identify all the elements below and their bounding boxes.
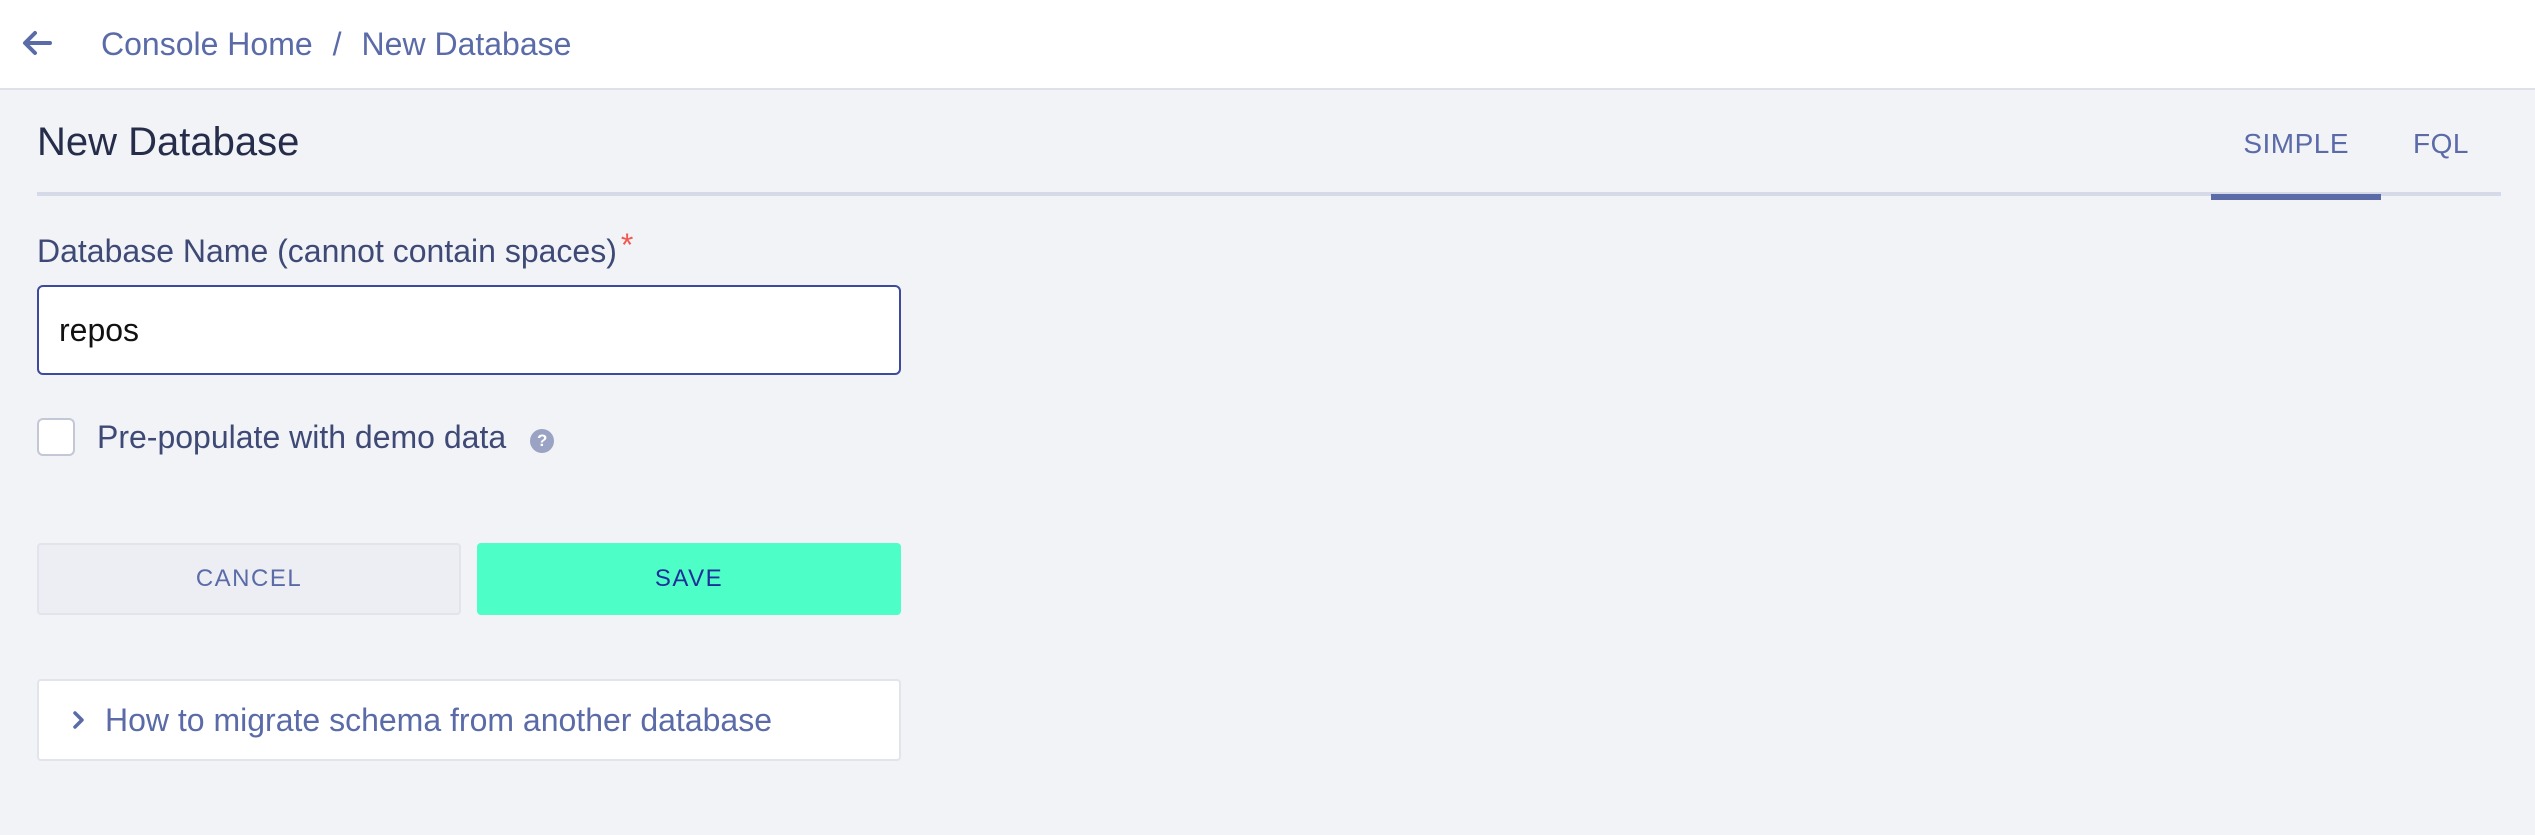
database-name-label: Database Name (cannot contain spaces) * [37,227,633,270]
demo-data-checkbox[interactable] [37,418,75,456]
cancel-button[interactable]: CANCEL [37,543,461,615]
required-indicator: * [620,227,634,263]
chevron-right-icon [69,710,89,730]
save-button[interactable]: SAVE [477,543,901,615]
migrate-schema-label: How to migrate schema from another datab… [105,701,772,738]
page-header: New Database SIMPLE FQL [37,92,2501,200]
top-bar: Console Home / New Database [0,0,2535,90]
demo-data-option: Pre-populate with demo data ? [37,417,555,457]
question-circle-icon[interactable]: ? [530,429,555,453]
database-name-label-text: Database Name (cannot contain spaces) [37,233,617,269]
page-title: New Database [37,120,300,164]
back-button[interactable] [14,22,60,68]
breadcrumb-console-home[interactable]: Console Home [101,26,313,63]
migrate-schema-accordion[interactable]: How to migrate schema from another datab… [37,679,901,761]
arrow-left-icon [22,30,52,61]
mode-tabs: SIMPLE FQL [2211,92,2501,200]
demo-data-label[interactable]: Pre-populate with demo data [97,419,506,456]
database-name-input[interactable] [37,285,901,375]
breadcrumb: Console Home / New Database [101,24,571,64]
breadcrumb-separator: / [332,25,342,62]
tab-simple[interactable]: SIMPLE [2211,92,2381,200]
breadcrumb-new-database[interactable]: New Database [362,26,572,63]
tab-fql[interactable]: FQL [2381,92,2501,196]
